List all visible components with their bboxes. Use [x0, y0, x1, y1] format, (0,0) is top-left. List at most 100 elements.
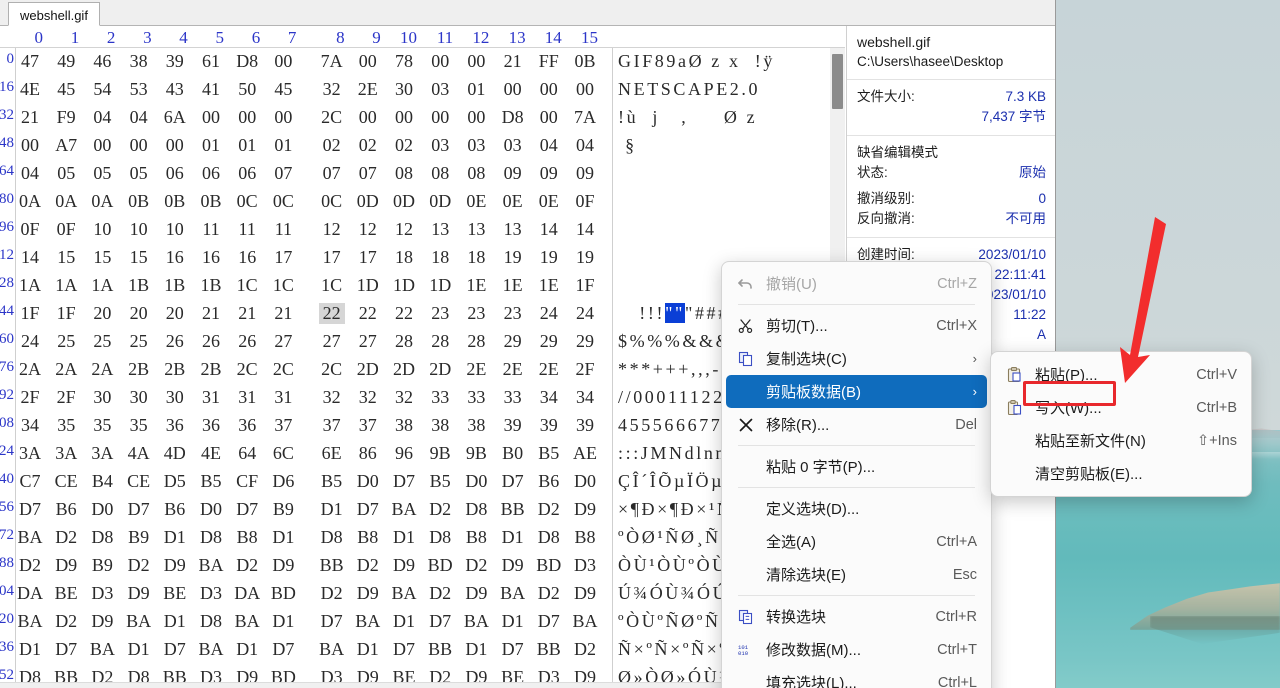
hex-ascii-row[interactable]: GIF89aØ z x !ÿ	[618, 51, 830, 79]
hex-byte[interactable]: B8	[572, 527, 598, 548]
hex-byte[interactable]: 9B	[427, 443, 453, 464]
hex-byte[interactable]: 28	[463, 331, 489, 352]
hex-byte[interactable]: D9	[355, 583, 381, 604]
hex-byte[interactable]: 6A	[162, 107, 188, 128]
hex-byte[interactable]: 21	[234, 303, 260, 324]
hex-byte[interactable]: 03	[463, 135, 489, 156]
hex-byte[interactable]: D2	[234, 555, 260, 576]
hex-byte[interactable]: 1A	[89, 275, 115, 296]
hex-byte[interactable]: 04	[89, 107, 115, 128]
hex-row[interactable]: 47 49 46 38 39 61 D8 00 7A 00 78 00 00 21 FF 0B	[17, 51, 617, 79]
hex-byte[interactable]: 4E	[198, 443, 224, 464]
hex-byte[interactable]: 00	[162, 135, 188, 156]
context-menu-item[interactable]: 复制选块(C) ›	[726, 342, 987, 375]
hex-byte[interactable]: 34	[17, 415, 43, 436]
hex-byte[interactable]: D1	[126, 639, 152, 660]
hex-byte[interactable]: D9	[89, 611, 115, 632]
hex-ascii-row[interactable]	[618, 163, 830, 191]
hex-byte[interactable]: BB	[427, 639, 453, 660]
hex-byte[interactable]: D7	[126, 499, 152, 520]
hex-byte[interactable]: 18	[463, 247, 489, 268]
hex-byte[interactable]: 1D	[427, 275, 453, 296]
hex-byte[interactable]: 2D	[391, 359, 417, 380]
hex-byte[interactable]: 08	[463, 163, 489, 184]
hex-byte[interactable]: 26	[198, 331, 224, 352]
hex-byte[interactable]: 1B	[126, 275, 152, 296]
hex-byte[interactable]: D2	[536, 583, 562, 604]
hex-byte[interactable]: 21	[270, 303, 296, 324]
hex-row[interactable]: DA BE D3 D9 BE D3 DA BD D2 D9 BA D2 D9 BA D2 D9	[17, 583, 617, 611]
hex-byte[interactable]: 00	[572, 79, 598, 100]
hex-byte[interactable]: 6E	[319, 443, 345, 464]
hex-byte[interactable]: 0C	[270, 191, 296, 212]
hex-byte[interactable]: 19	[572, 247, 598, 268]
hex-byte[interactable]: BA	[391, 499, 417, 520]
hex-byte[interactable]: 1A	[53, 275, 79, 296]
hex-byte[interactable]: 6C	[270, 443, 296, 464]
hex-byte[interactable]: 2A	[17, 359, 43, 380]
hex-byte[interactable]: B8	[463, 527, 489, 548]
hex-byte[interactable]: 0A	[17, 191, 43, 212]
hex-byte[interactable]: D5	[162, 471, 188, 492]
hex-byte[interactable]: 2E	[463, 359, 489, 380]
hex-byte[interactable]: D1	[391, 611, 417, 632]
hex-byte[interactable]: 32	[391, 387, 417, 408]
hex-byte[interactable]: D0	[89, 499, 115, 520]
hex-byte[interactable]: D1	[463, 639, 489, 660]
hex-byte[interactable]: 03	[500, 135, 526, 156]
hex-byte[interactable]: AE	[572, 443, 598, 464]
hex-byte[interactable]: 05	[53, 163, 79, 184]
hex-byte[interactable]: 2A	[89, 359, 115, 380]
hex-row[interactable]: 0A 0A 0A 0B 0B 0B 0C 0C 0C 0D 0D 0D 0E 0E 0E 0F	[17, 191, 617, 219]
hex-byte[interactable]: 2A	[53, 359, 79, 380]
hex-byte[interactable]: 2E	[500, 359, 526, 380]
hex-byte[interactable]: D1	[391, 527, 417, 548]
hex-byte[interactable]: 30	[89, 387, 115, 408]
context-menu-item[interactable]: 清除选块(E) Esc	[726, 558, 987, 591]
context-menu-item[interactable]: 填充选块(L)... Ctrl+L	[726, 666, 987, 688]
hex-byte[interactable]: 39	[162, 51, 188, 72]
hex-byte[interactable]: B9	[89, 555, 115, 576]
hex-byte[interactable]: 27	[319, 331, 345, 352]
hex-byte[interactable]: BA	[391, 583, 417, 604]
hex-byte[interactable]: 16	[162, 247, 188, 268]
hex-byte[interactable]: 15	[89, 247, 115, 268]
hex-byte[interactable]: D8	[198, 611, 224, 632]
hex-byte[interactable]: 17	[270, 247, 296, 268]
hex-row[interactable]: 24 25 25 25 26 26 26 27 27 27 28 28 28 29 29 29	[17, 331, 617, 359]
hex-byte[interactable]: D9	[53, 555, 79, 576]
hex-byte[interactable]: D7	[234, 499, 260, 520]
hex-byte[interactable]: D1	[500, 611, 526, 632]
hex-byte[interactable]: 00	[427, 51, 453, 72]
hex-byte[interactable]: 1B	[162, 275, 188, 296]
hex-byte[interactable]: 2B	[198, 359, 224, 380]
hex-byte[interactable]: B8	[234, 527, 260, 548]
hex-byte[interactable]: 21	[500, 51, 526, 72]
hex-byte[interactable]: 2F	[17, 387, 43, 408]
hex-row[interactable]: BA D2 D9 BA D1 D8 BA D1 D7 BA D1 D7 BA D1 D7 BA	[17, 611, 617, 639]
hex-byte[interactable]: B6	[536, 471, 562, 492]
hex-ascii-row[interactable]: NETSCAPE2.0	[618, 79, 830, 107]
hex-byte[interactable]: BE	[53, 583, 79, 604]
hex-byte[interactable]: D1	[17, 639, 43, 660]
hex-byte[interactable]: 64	[234, 443, 260, 464]
hex-byte[interactable]: D8	[500, 107, 526, 128]
hex-byte[interactable]: 36	[234, 415, 260, 436]
hex-view[interactable]: 0123456789101112131415 01632486480961121…	[0, 26, 845, 688]
hex-byte[interactable]: 00	[536, 107, 562, 128]
hex-byte[interactable]: 1F	[572, 275, 598, 296]
hex-byte[interactable]: 14	[17, 247, 43, 268]
hex-byte[interactable]: 00	[500, 79, 526, 100]
hex-byte[interactable]: 08	[391, 163, 417, 184]
hex-byte[interactable]: D8	[234, 51, 260, 72]
hex-byte[interactable]: 12	[355, 219, 381, 240]
hex-byte[interactable]: 2B	[126, 359, 152, 380]
hex-ascii-row[interactable]: §	[618, 135, 830, 163]
hex-byte[interactable]: 86	[355, 443, 381, 464]
hex-byte[interactable]: 0F	[572, 191, 598, 212]
hex-byte[interactable]: BA	[198, 639, 224, 660]
hex-byte[interactable]: 45	[53, 79, 79, 100]
hex-byte[interactable]: 36	[162, 415, 188, 436]
hex-byte[interactable]: 35	[126, 415, 152, 436]
hex-byte[interactable]: 7A	[572, 107, 598, 128]
